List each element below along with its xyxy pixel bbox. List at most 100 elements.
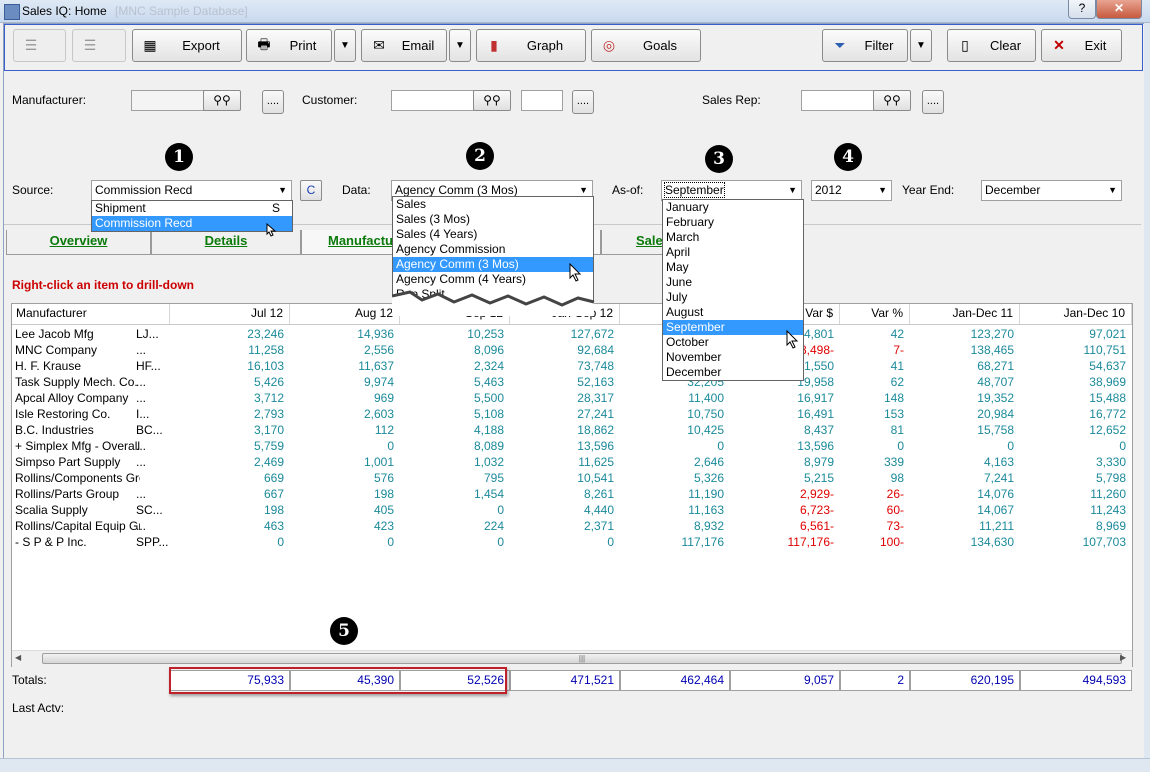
source-c-button[interactable]: C [300,180,322,201]
month-option[interactable]: September [663,320,803,335]
table-row[interactable]: H. F. Krause HF... 16,103 11,637 2,324 73,748… [12,358,1132,374]
nav-forward-button[interactable]: ☰ [72,29,126,62]
month-option[interactable]: November [663,350,803,365]
manufacturer-name-cell: B.C. Industries [15,423,94,437]
table-row[interactable]: Rollins/Parts Group... 667 198 1,454 8,261 11… [12,486,1132,502]
year-select[interactable]: 2012 ▼ [811,180,892,201]
customer-search-button[interactable]: ⚲⚲ [473,90,511,111]
month-option[interactable]: February [663,215,803,230]
print-options-dropdown[interactable]: ▼ [334,29,356,62]
manufacturer-browse-button[interactable]: .... [262,90,284,114]
exit-button[interactable]: ✕ Exit [1041,29,1122,62]
value-cell: 27,241 [577,407,614,421]
table-row[interactable]: Rollins/Components Grou... 669 576 795 10,54… [12,470,1132,486]
graph-button[interactable]: ▮ Graph [476,29,586,62]
month-option[interactable]: October [663,335,803,350]
table-row[interactable]: - S P & P Inc. SPP... 0 0 0 0 117,176 117,176- 1… [12,534,1132,550]
help-button[interactable]: ? [1068,0,1096,19]
value-cell: 5,500 [473,391,504,405]
right-border [1144,23,1150,771]
email-label: Email [401,38,435,53]
column-header[interactable]: Jul 12 [170,304,290,324]
column-header[interactable]: Manufacturer [12,304,170,324]
data-option[interactable]: Sales (3 Mos) [393,212,593,227]
value-cell: 123,270 [970,327,1014,341]
year-end-select[interactable]: December ▼ [981,180,1122,201]
source-option[interactable]: Shipment S [92,201,292,216]
total-cell: 620,195 [910,670,1020,691]
source-option[interactable]: Commission Recd [92,216,292,231]
manufacturer-field[interactable] [131,90,205,111]
value-cell: 10,750 [687,407,724,421]
manufacturer-search-button[interactable]: ⚲⚲ [203,90,241,111]
filter-button[interactable]: ⏷ Filter [822,29,908,62]
column-header[interactable]: Var % [840,304,910,324]
export-button[interactable]: ▦ Export [132,29,242,62]
value-cell: 14,076 [977,487,1014,501]
email-button[interactable]: ✉ Email [361,29,447,62]
manufacturer-code-cell: ... [136,455,147,469]
manufacturer-code-cell: ... [136,375,147,389]
manufacturer-code-cell: ... [136,343,147,357]
drill-down-hint: Right-click an item to drill-down [12,278,195,292]
table-row[interactable]: MNC Company... 11,258 2,556 8,096 92,684 8,49… [12,342,1132,358]
scrollbar-thumb[interactable]: ||| [42,653,1122,664]
table-row[interactable]: Apcal Alloy Company... 3,712 969 5,500 28,31… [12,390,1132,406]
table-row[interactable]: Scalia Supply SC... 198 405 0 4,440 11,163 6,72… [12,502,1132,518]
table-row[interactable]: B.C. Industries BC... 3,170 112 4,188 18,862 1… [12,422,1132,438]
customer-field[interactable] [391,90,475,111]
table-row[interactable]: Lee Jacob Mfg LJ... 23,246 14,936 10,253 127,… [12,326,1132,342]
scroll-left-arrow-icon[interactable]: ◀ [15,653,21,662]
data-option[interactable]: Agency Comm (4 Years) [393,272,593,287]
sales-rep-browse-button[interactable]: .... [922,90,944,114]
month-option[interactable]: July [663,290,803,305]
email-options-dropdown[interactable]: ▼ [449,29,471,62]
nav-back-button[interactable]: ☰ [13,29,66,62]
value-cell: 2,646 [693,455,724,469]
table-row[interactable]: Isle Restoring Co. I... 2,793 2,603 5,108 27,… [12,406,1132,422]
month-option[interactable]: December [663,365,803,380]
close-window-button[interactable]: ✕ [1096,0,1142,19]
chevron-down-icon: ▼ [1108,185,1117,195]
column-header[interactable]: Jan-Dec 10 [1020,304,1132,324]
callout-3: 3 [705,145,733,173]
data-option[interactable]: Sales (4 Years) [393,227,593,242]
customer-browse-button[interactable]: .... [572,90,594,114]
month-option[interactable]: May [663,260,803,275]
sales-rep-field[interactable] [801,90,875,111]
value-cell: 8,437 [803,423,834,437]
month-option[interactable]: March [663,230,803,245]
scroll-right-arrow-icon[interactable]: ▶ [1120,653,1126,662]
highlight-box [169,667,507,694]
chevron-down-icon: ▼ [788,185,797,195]
month-option[interactable]: January [663,200,803,215]
data-option[interactable]: Sales [393,197,593,212]
table-row[interactable]: + Simplex Mfg - Overall... 5,759 0 8,089 13,… [12,438,1132,454]
data-option[interactable]: Agency Commission [393,242,593,257]
table-row[interactable]: Simpso Part Supply... 2,469 1,001 1,032 11,6… [12,454,1132,470]
month-option[interactable]: August [663,305,803,320]
print-button[interactable]: 🖶 Print [246,29,332,62]
month-option[interactable]: April [663,245,803,260]
horizontal-scrollbar[interactable]: ◀ ||| ▶ [12,650,1132,667]
manufacturer-code-cell: ... [136,391,147,405]
table-row[interactable]: Task Supply Mech. Co.... 5,426 9,974 5,463 5… [12,374,1132,390]
value-cell: 73- [886,519,904,533]
data-option[interactable]: Agency Comm (3 Mos) [393,257,593,272]
goals-button[interactable]: ◎ Goals [591,29,701,62]
table-row[interactable]: Rollins/Capital Equip Grp... 463 423 224 2,3… [12,518,1132,534]
tab-overview[interactable]: Overview [6,230,151,255]
value-cell: 795 [483,471,504,485]
tab-details[interactable]: Details [151,230,301,255]
source-select[interactable]: Commission Recd ▼ [91,180,292,201]
manufacturer-grid[interactable]: ManufacturerJul 12Aug 12Sep 12Jan-Sep 12… [11,303,1133,667]
filter-options-dropdown[interactable]: ▼ [910,29,932,62]
month-option[interactable]: June [663,275,803,290]
value-cell: 117,176- [787,535,834,549]
column-header[interactable]: Aug 12 [290,304,400,324]
sales-rep-search-button[interactable]: ⚲⚲ [873,90,911,111]
clear-button[interactable]: ▯ Clear [947,29,1036,62]
asof-select[interactable]: September ▼ [661,180,802,201]
column-header[interactable]: Jan-Dec 11 [910,304,1020,324]
customer-code-field[interactable] [521,90,563,111]
